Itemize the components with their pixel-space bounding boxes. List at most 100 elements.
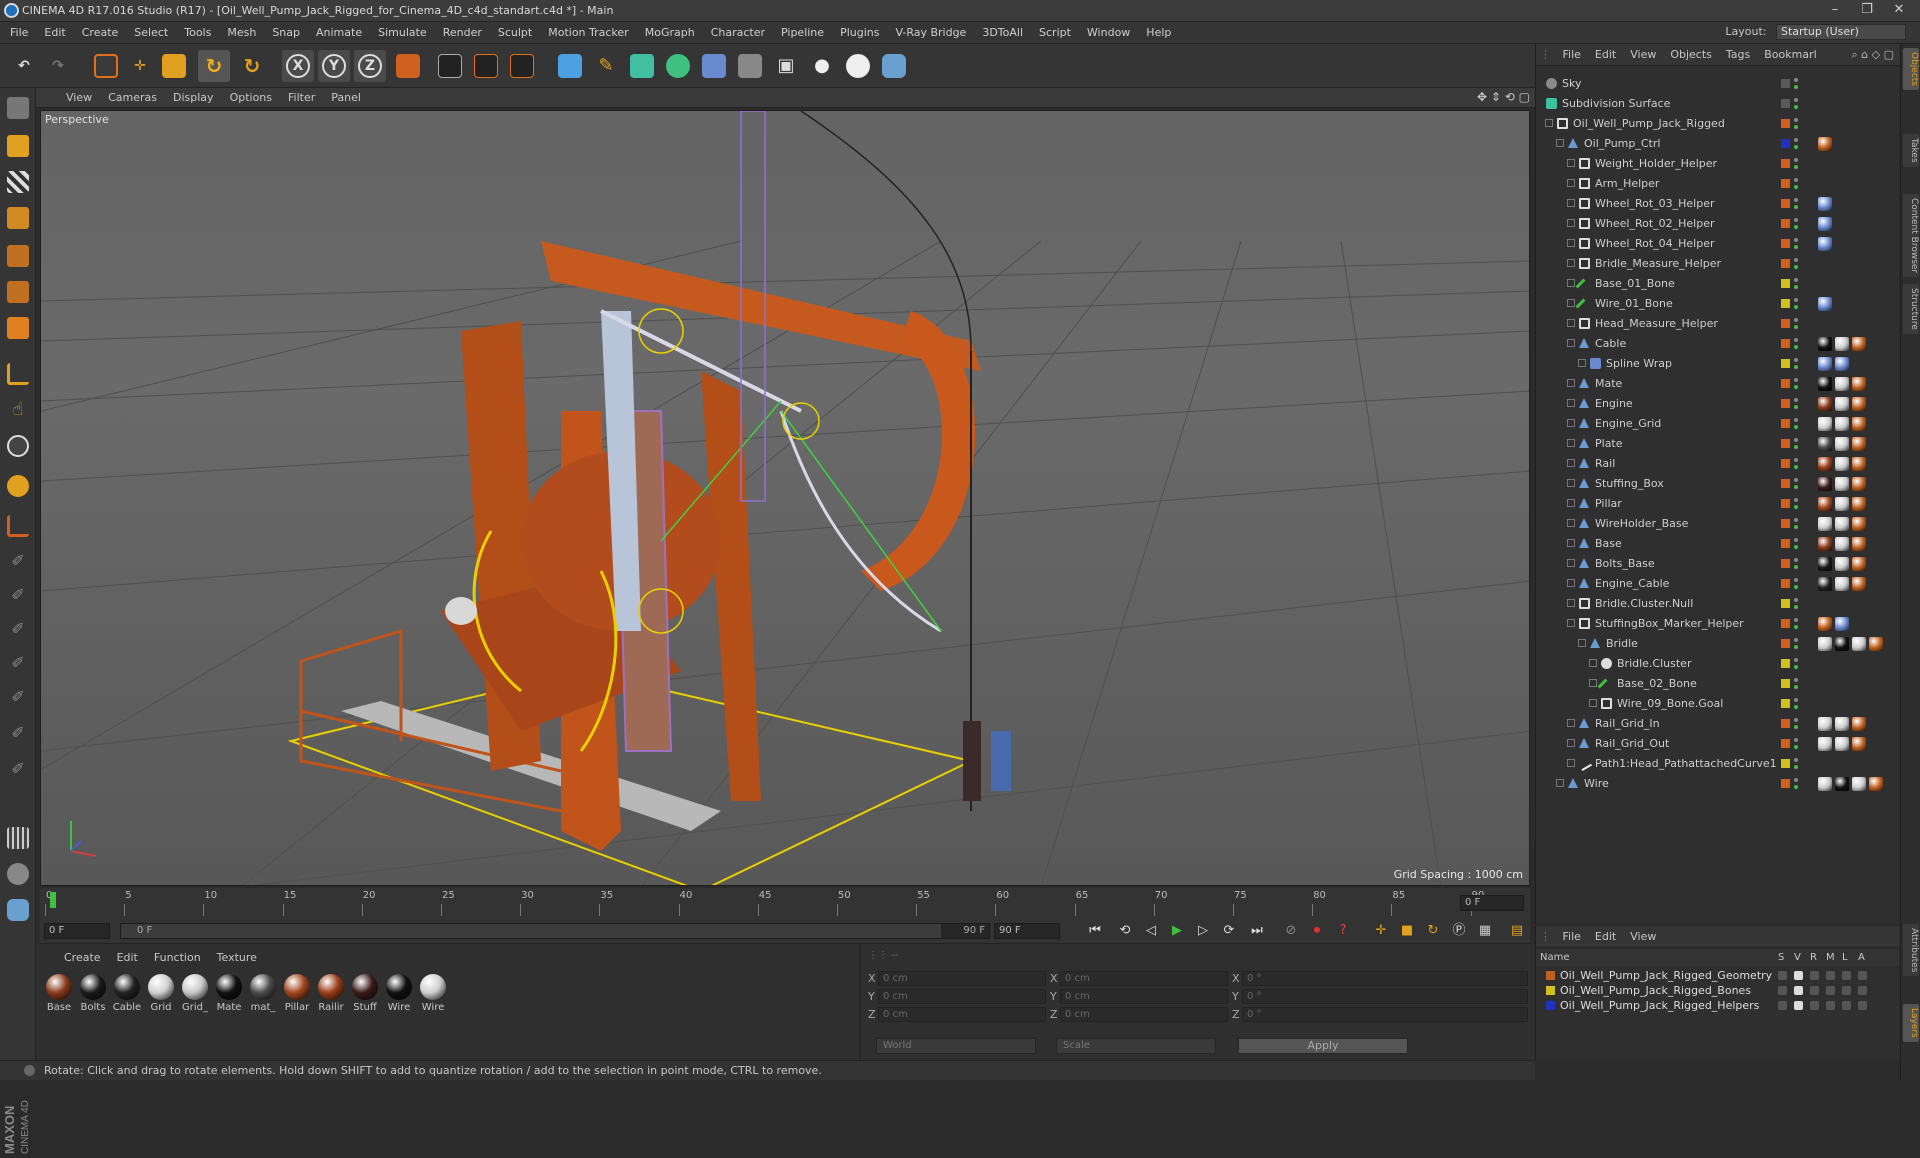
object-tag-icon[interactable] xyxy=(1835,717,1849,731)
layer-toggle-icon[interactable] xyxy=(1794,971,1803,980)
cube-button[interactable] xyxy=(554,50,586,82)
frame-range-slider[interactable]: 0 F 90 F xyxy=(120,923,990,939)
tree-expand-icon[interactable] xyxy=(1567,279,1575,287)
material-swatch[interactable]: Grid xyxy=(146,974,176,1013)
object-row[interactable]: Mate xyxy=(1536,374,1901,394)
tree-expand-icon[interactable] xyxy=(1567,499,1575,507)
object-row[interactable]: Subdivision Surface xyxy=(1536,94,1901,114)
layer-row[interactable]: Oil_Well_Pump_Jack_Rigged_Geometry xyxy=(1536,968,1901,983)
key-position-button[interactable]: ✛ xyxy=(1370,921,1392,941)
menu-create[interactable]: Create xyxy=(74,22,127,44)
tree-expand-icon[interactable] xyxy=(1567,459,1575,467)
make-editable-button[interactable] xyxy=(4,94,32,122)
object-tag-icon[interactable] xyxy=(1818,777,1832,791)
render-visibility-dot[interactable] xyxy=(1794,545,1798,549)
layer-color-swatch[interactable] xyxy=(1781,439,1790,448)
menu-mesh[interactable]: Mesh xyxy=(219,22,264,44)
live-selection-button[interactable] xyxy=(90,50,122,82)
object-tag-icon[interactable] xyxy=(1818,457,1832,471)
menu-render[interactable]: Render xyxy=(435,22,490,44)
object-row[interactable]: WireHolder_Base xyxy=(1536,514,1901,534)
layer-toggle-icon[interactable] xyxy=(1858,986,1867,995)
object-tag-icon[interactable] xyxy=(1818,477,1832,491)
editor-visibility-dot[interactable] xyxy=(1794,458,1798,462)
object-row[interactable]: Arm_Helper xyxy=(1536,174,1901,194)
layer-toggle-icon[interactable] xyxy=(1842,1001,1851,1010)
snap-button[interactable] xyxy=(4,432,32,460)
material-swatch[interactable]: mat_ xyxy=(248,974,278,1013)
rotate-tool-button[interactable]: ↻ xyxy=(198,50,230,82)
render-visibility-dot[interactable] xyxy=(1794,105,1798,109)
sculpt-tool-7[interactable]: ✐ xyxy=(4,756,32,784)
tree-expand-icon[interactable] xyxy=(1567,559,1575,567)
editor-visibility-dot[interactable] xyxy=(1794,578,1798,582)
object-tag-icon[interactable] xyxy=(1852,397,1866,411)
key-pla-button[interactable]: ▦ xyxy=(1474,921,1496,941)
render-visibility-dot[interactable] xyxy=(1794,625,1798,629)
object-tag-icon[interactable] xyxy=(1818,517,1832,531)
render-visibility-dot[interactable] xyxy=(1794,185,1798,189)
layer-toggle-icon[interactable] xyxy=(1826,1001,1835,1010)
editor-visibility-dot[interactable] xyxy=(1794,618,1798,622)
editor-visibility-dot[interactable] xyxy=(1794,738,1798,742)
tree-expand-icon[interactable] xyxy=(1589,699,1597,707)
object-tag-icon[interactable] xyxy=(1818,237,1832,251)
object-row[interactable]: Plate xyxy=(1536,434,1901,454)
menu-v-ray-bridge[interactable]: V-Ray Bridge xyxy=(887,22,974,44)
scale-tool-button[interactable] xyxy=(158,50,190,82)
menu-plugins[interactable]: Plugins xyxy=(832,22,887,44)
layer-color-swatch[interactable] xyxy=(1781,779,1790,788)
tree-expand-icon[interactable] xyxy=(1567,439,1575,447)
menu-snap[interactable]: Snap xyxy=(264,22,308,44)
object-menu-objects[interactable]: Objects xyxy=(1663,44,1719,66)
editor-visibility-dot[interactable] xyxy=(1794,298,1798,302)
y-axis-lock-button[interactable]: Y xyxy=(318,50,350,82)
editor-visibility-dot[interactable] xyxy=(1794,198,1798,202)
editor-visibility-dot[interactable] xyxy=(1794,358,1798,362)
editor-visibility-dot[interactable] xyxy=(1794,678,1798,682)
layer-color-swatch[interactable] xyxy=(1781,479,1790,488)
menu-select[interactable]: Select xyxy=(126,22,176,44)
viewport-menu-options[interactable]: Options xyxy=(222,88,280,108)
timeline-end-field[interactable]: 0 F xyxy=(1460,895,1524,911)
object-tag-icon[interactable] xyxy=(1818,737,1832,751)
menu-sculpt[interactable]: Sculpt xyxy=(490,22,540,44)
tree-expand-icon[interactable] xyxy=(1567,199,1575,207)
object-tag-icon[interactable] xyxy=(1818,397,1832,411)
polygons-mode-button[interactable] xyxy=(4,314,32,342)
layer-color-swatch[interactable] xyxy=(1546,971,1555,980)
size-field[interactable]: 0 cm xyxy=(1060,1007,1228,1022)
object-tag-icon[interactable] xyxy=(1835,737,1849,751)
render-visibility-dot[interactable] xyxy=(1794,725,1798,729)
key-rotation-button[interactable]: ↻ xyxy=(1422,921,1444,941)
object-tag-icon[interactable] xyxy=(1818,357,1832,371)
loop-button[interactable]: ⊘ xyxy=(1280,921,1302,941)
floor-button[interactable] xyxy=(734,50,766,82)
editor-visibility-dot[interactable] xyxy=(1794,278,1798,282)
editor-visibility-dot[interactable] xyxy=(1794,238,1798,242)
menu-3dtoall[interactable]: 3DToAll xyxy=(974,22,1031,44)
menu-window[interactable]: Window xyxy=(1079,22,1138,44)
material-swatch[interactable]: Pillar xyxy=(282,974,312,1013)
layer-menu-file[interactable]: File xyxy=(1556,926,1588,948)
object-tag-icon[interactable] xyxy=(1869,637,1883,651)
object-menu-edit[interactable]: Edit xyxy=(1588,44,1623,66)
object-tag-icon[interactable] xyxy=(1818,637,1832,651)
object-tag-icon[interactable] xyxy=(1852,557,1866,571)
object-tag-icon[interactable] xyxy=(1835,397,1849,411)
layer-color-swatch[interactable] xyxy=(1781,579,1790,588)
object-tag-icon[interactable] xyxy=(1818,437,1832,451)
layer-color-swatch[interactable] xyxy=(1781,499,1790,508)
tree-expand-icon[interactable] xyxy=(1567,179,1575,187)
object-menu-view[interactable]: View xyxy=(1623,44,1663,66)
camera-button[interactable]: ▣ xyxy=(770,50,802,82)
mograph-cloner-button[interactable] xyxy=(662,50,694,82)
layer-color-swatch[interactable] xyxy=(1781,599,1790,608)
size-field[interactable]: 0 cm xyxy=(1060,989,1228,1004)
layer-toggle-icon[interactable] xyxy=(1810,986,1819,995)
sculpt-tool-2[interactable]: ✐ xyxy=(4,582,32,610)
object-row[interactable]: Bridle_Measure_Helper xyxy=(1536,254,1901,274)
autokey-button[interactable]: ? xyxy=(1332,921,1354,941)
sculpt-tool-3[interactable]: ✐ xyxy=(4,616,32,644)
layer-color-swatch[interactable] xyxy=(1781,679,1790,688)
